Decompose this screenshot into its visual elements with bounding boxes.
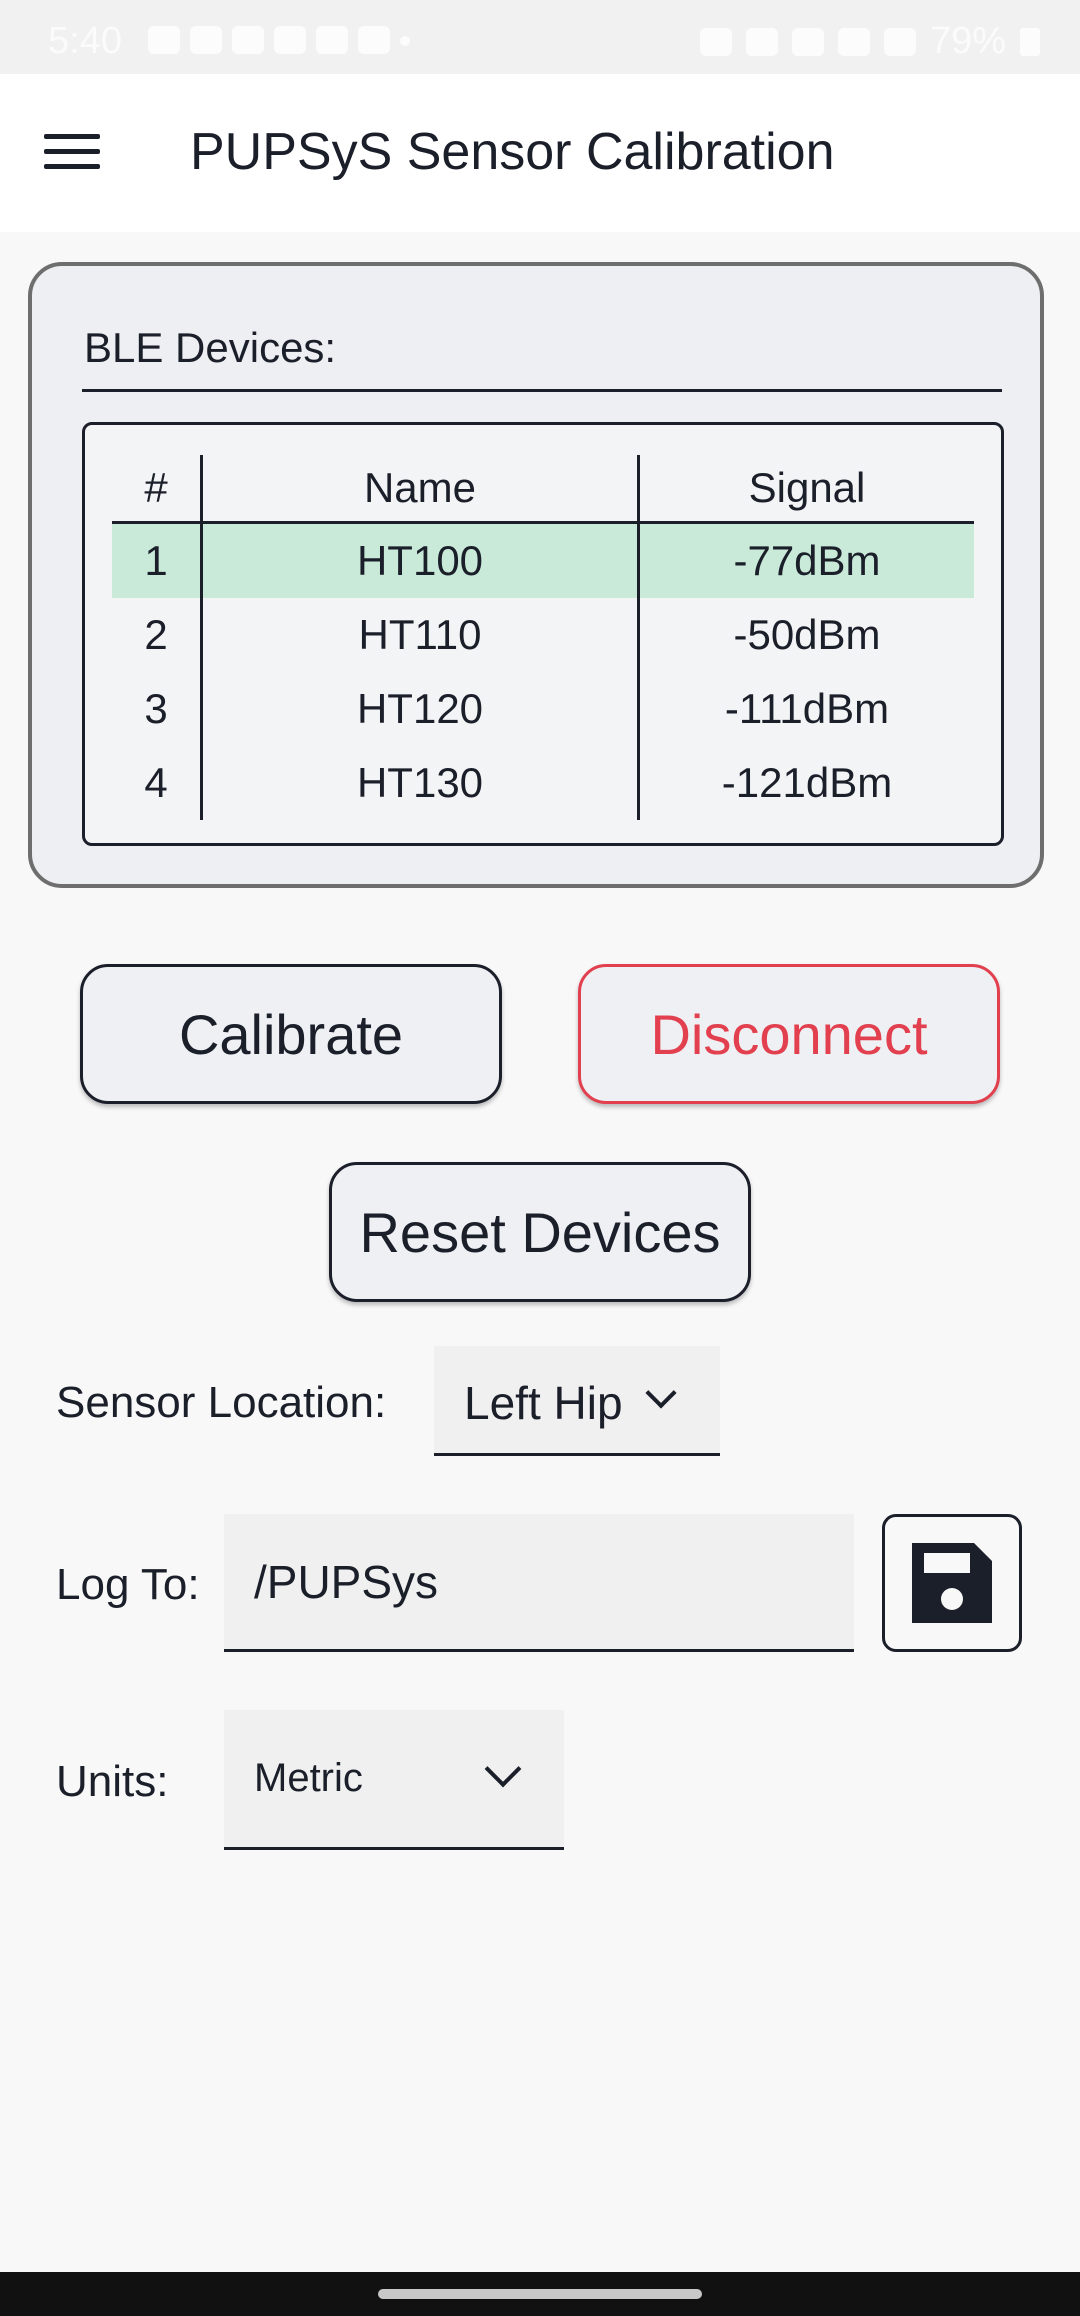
table-row[interactable]: 3 HT120 -111dBm [112,672,974,746]
table-row[interactable]: 2 HT110 -50dBm [112,598,974,672]
ble-devices-table-container: # Name Signal 1 HT100 -77dBm 2 HT110 -50… [82,422,1004,846]
notification-icons [148,26,410,54]
row-number: 3 [112,672,203,746]
reset-devices-button[interactable]: Reset Devices [329,1162,751,1302]
log-to-label: Log To: [56,1560,200,1609]
device-name: HT130 [201,746,640,820]
signal-icon [883,27,916,56]
key-icon [699,27,732,56]
chevron-down-icon [645,1377,677,1409]
app-bar: PUPSyS Sensor Calibration [0,74,1080,232]
home-gesture-handle[interactable] [378,2289,702,2299]
device-name: HT120 [201,672,640,746]
device-signal: -121dBm [721,759,893,806]
system-navigation-bar [0,2272,1080,2316]
snapchat-icon [190,26,222,54]
system-icons: 79% [699,20,1040,63]
ble-devices-table: # Name Signal 1 HT100 -77dBm 2 HT110 -50… [112,455,974,820]
ble-devices-panel: BLE Devices: # Name Signal 1 HT100 -77dB… [28,262,1044,888]
column-header-name: Name [201,455,640,523]
log-to-input[interactable] [224,1514,854,1652]
floppy-disk-icon [912,1543,992,1623]
chevron-down-icon [484,1750,522,1788]
instagram-icon [274,26,306,54]
device-signal: -77dBm [638,522,974,598]
save-button[interactable] [882,1514,1022,1652]
game-icon [232,26,264,54]
messenger-icon [148,26,180,54]
sensor-location-label: Sensor Location: [56,1378,387,1427]
row-number: 4 [112,746,203,820]
wifi-icon [837,27,870,56]
device-signal: -111dBm [724,685,890,732]
battery-icon [1020,27,1040,56]
mute-icon [791,27,824,56]
battery-percent: 79% [929,20,1006,62]
device-name: HT110 [201,598,640,672]
disconnect-button[interactable]: Disconnect [578,964,1000,1104]
instagram-icon [358,26,390,54]
status-bar: 5:40 79% [0,0,1080,74]
table-row[interactable]: 1 HT100 -77dBm [112,522,974,598]
status-time: 5:40 [48,20,122,62]
column-header-number: # [112,455,203,523]
calibrate-button[interactable]: Calibrate [80,964,502,1104]
units-label: Units: [56,1757,169,1806]
units-dropdown[interactable]: Metric [224,1710,564,1850]
row-number: 1 [112,522,203,598]
table-header-row: # Name Signal [112,455,974,523]
table-row[interactable]: 4 HT130 -121dBm [112,746,974,820]
page-title: PUPSyS Sensor Calibration [190,123,835,181]
device-name: HT100 [201,522,640,598]
instagram-icon [316,26,348,54]
ble-devices-title: BLE Devices: [84,324,337,371]
column-header-signal: Signal [748,464,866,511]
bluetooth-icon [745,27,778,56]
divider [82,389,1002,392]
more-notifications-dot-icon [400,36,410,46]
sensor-location-dropdown[interactable]: Left Hip [434,1346,720,1456]
sensor-location-value: Left Hip [464,1377,623,1429]
units-value: Metric [254,1756,363,1800]
device-signal: -50dBm [733,611,881,658]
hamburger-menu-icon[interactable] [44,134,100,172]
row-number: 2 [112,598,203,672]
